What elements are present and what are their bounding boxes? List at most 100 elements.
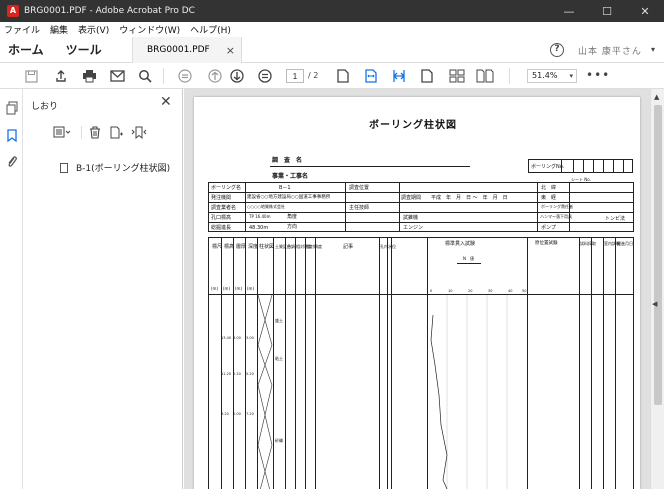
bookmark-item[interactable]: B-1(ボーリング柱状図) xyxy=(60,161,170,174)
spt-scale-10: 10 xyxy=(448,289,453,293)
crop-icon[interactable] xyxy=(390,67,408,85)
col-sampling: 試料採取 xyxy=(580,241,596,246)
bookmark-item-icon xyxy=(60,162,68,173)
page-layout-icon[interactable] xyxy=(448,67,466,85)
depth-3: 7.20 xyxy=(246,412,254,416)
scroll-mode-icon[interactable] xyxy=(176,67,194,85)
divider xyxy=(391,238,392,489)
more-tools-button[interactable]: ••• xyxy=(586,68,610,82)
acrobat-icon: A xyxy=(7,5,19,17)
divider xyxy=(399,183,400,231)
row2-value: 建設省○○地方建設局○○国道工事事務所 xyxy=(247,195,331,200)
divider xyxy=(233,238,234,489)
search-icon[interactable] xyxy=(136,67,154,85)
chevron-down-icon: ▾ xyxy=(569,72,573,80)
pdf-title: ボーリング柱状図 xyxy=(369,120,457,131)
n-value-legend: N 値 xyxy=(463,256,474,261)
row1-value: B－1 xyxy=(279,185,291,191)
menu-help[interactable]: ヘルプ(H) xyxy=(190,23,231,36)
divider xyxy=(305,238,306,489)
spt-scale-50: 50 xyxy=(522,289,527,293)
tab-document[interactable]: BRG0001.PDF × xyxy=(132,37,242,63)
delete-bookmark-icon[interactable] xyxy=(89,126,101,142)
bookmark-icon[interactable] xyxy=(5,128,18,142)
two-page-icon[interactable] xyxy=(476,67,494,85)
page-icon[interactable] xyxy=(418,67,436,85)
divider xyxy=(537,183,538,231)
menu-view[interactable]: 表示(V) xyxy=(78,23,109,36)
attachment-icon[interactable] xyxy=(5,155,18,169)
col-thickness: 層厚 xyxy=(236,244,247,250)
page-total: / 2 xyxy=(308,71,319,80)
main-toolbar: / 2 51.4% ▾ ••• xyxy=(0,63,664,89)
new-bookmark-icon[interactable] xyxy=(110,126,124,142)
maximize-button[interactable]: ☐ xyxy=(588,5,626,18)
unit-scale: (m) xyxy=(211,286,219,291)
tab-tools[interactable]: ツール xyxy=(66,41,102,58)
title-bar: A BRG0001.PDF - Adobe Acrobat Pro DC — ☐… xyxy=(0,0,664,22)
chevron-down-icon[interactable]: ▾ xyxy=(651,45,655,54)
expand-right-panel-icon[interactable]: ◀ xyxy=(652,300,657,308)
row3-label: 調査業者名 xyxy=(211,205,237,211)
n-value-plot xyxy=(430,295,508,489)
divider xyxy=(315,238,316,489)
save-icon[interactable] xyxy=(22,67,40,85)
acrobat-window: A BRG0001.PDF - Adobe Acrobat Pro DC — ☐… xyxy=(0,0,664,489)
toolbar-divider xyxy=(509,68,510,84)
divider xyxy=(387,238,388,489)
email-icon[interactable] xyxy=(108,67,126,85)
menu-edit[interactable]: 編集 xyxy=(50,23,68,36)
bookmarks-panel-title: しおり xyxy=(31,102,59,112)
divider xyxy=(603,160,604,172)
menu-window[interactable]: ウィンドウ(W) xyxy=(119,23,180,36)
col-spt: 標準貫入試験 xyxy=(445,241,476,247)
tab-home[interactable]: ホーム xyxy=(8,41,44,58)
zoom-select[interactable]: 51.4% ▾ xyxy=(527,69,577,83)
scroll-up-icon[interactable]: ▲ xyxy=(654,93,659,101)
expand-bookmark-icon[interactable] xyxy=(131,126,147,142)
boring-no-box: ボーリングNo. xyxy=(528,159,633,173)
col-color: 色調 xyxy=(287,244,295,249)
page-number-input[interactable] xyxy=(286,69,304,83)
unit-elevation: (m) xyxy=(223,286,231,291)
close-window-button[interactable]: ✕ xyxy=(626,5,664,18)
col-scale: 標尺 xyxy=(212,244,223,250)
document-view[interactable]: ボーリング柱状図 調 査 名 事業・工事名 ボーリングNo. シート No. ボ… xyxy=(184,89,650,489)
legend-line xyxy=(457,263,481,264)
prev-page-icon[interactable] xyxy=(206,67,224,85)
close-tab-icon[interactable]: × xyxy=(226,44,235,57)
vertical-scrollbar[interactable]: ▲ xyxy=(650,89,664,489)
single-page-icon[interactable] xyxy=(334,67,352,85)
row2-label: 発注機関 xyxy=(211,195,232,201)
elevation-2: 11.20 xyxy=(221,372,232,376)
row5-col4: エンジン xyxy=(403,225,424,231)
fit-page-icon[interactable] xyxy=(256,67,274,85)
bookmark-options-icon[interactable] xyxy=(53,126,71,141)
scrollbar-thumb[interactable] xyxy=(654,105,662,405)
menu-file[interactable]: ファイル xyxy=(4,23,40,36)
row4-col3: 角度 xyxy=(287,214,298,220)
document-tab-label: BRG0001.PDF xyxy=(147,45,210,55)
divider xyxy=(221,238,222,489)
minimize-button[interactable]: — xyxy=(550,5,588,18)
header-table: ボーリング名 B－1 調査位置 北 緯 発注機関 建設省○○地方建設局○○国道工… xyxy=(208,182,634,232)
page-thumbnails-icon[interactable] xyxy=(5,101,18,115)
divider xyxy=(245,183,246,231)
help-icon[interactable]: ? xyxy=(550,43,564,57)
thickness-3: 2.00 xyxy=(233,412,241,416)
divider xyxy=(579,238,580,489)
row3-value: ○○○○地質株式会社 xyxy=(247,204,285,209)
spt-device: トンビ法 xyxy=(605,216,626,222)
upload-icon[interactable] xyxy=(52,67,70,85)
next-page-icon[interactable] xyxy=(228,67,246,85)
row2-col3: 調査期間 xyxy=(401,195,422,201)
project-name-label: 事業・工事名 xyxy=(272,173,309,180)
spt-scale-0: 0 xyxy=(430,289,433,293)
user-account[interactable]: 山本 康平さん xyxy=(578,44,642,57)
fit-width-icon[interactable] xyxy=(362,67,380,85)
underline xyxy=(270,166,470,167)
close-panel-icon[interactable]: ✕ xyxy=(160,94,172,110)
print-icon[interactable] xyxy=(80,67,98,85)
col-in-situ: 原位置試験 xyxy=(535,241,558,246)
thickness-2: 2.20 xyxy=(233,372,241,376)
